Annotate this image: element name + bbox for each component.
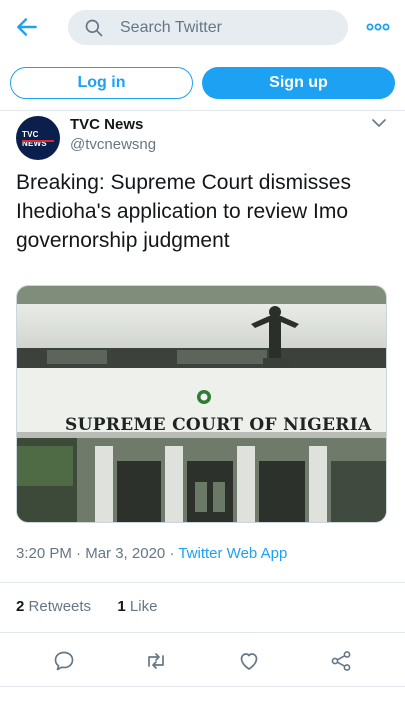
building-sign-text: SUPREME COURT OF NIGERIA (65, 415, 372, 435)
avatar-logo-text: TVC NEWS (22, 130, 47, 148)
tweet-source-link[interactable]: Twitter Web App (178, 545, 287, 562)
likes-stat[interactable]: 1 Like (117, 598, 157, 615)
arrow-left-icon[interactable] (14, 14, 40, 40)
reply-icon[interactable] (52, 649, 76, 673)
heart-icon[interactable] (237, 649, 261, 673)
avatar-logo-stripe (22, 140, 54, 142)
search-box[interactable]: Search Twitter (68, 10, 348, 45)
retweets-stat[interactable]: 2 Retweets (16, 598, 91, 615)
divider (0, 582, 405, 583)
meta-separator: · (76, 545, 86, 562)
tweet-date[interactable]: Mar 3, 2020 (85, 545, 165, 562)
retweet-icon[interactable] (144, 649, 168, 673)
tweet-actions (0, 645, 405, 677)
user-name[interactable]: TVC News (70, 116, 143, 134)
tweet-photo[interactable]: SUPREME COURT OF NIGERIA (16, 285, 387, 523)
likes-label: Like (129, 598, 158, 615)
likes-count: 1 (117, 598, 126, 615)
retweets-count: 2 (16, 598, 25, 615)
top-bar: Search Twitter (0, 0, 405, 56)
auth-buttons: Log in Sign up (0, 64, 405, 104)
retweets-label: Retweets (28, 598, 92, 615)
user-handle[interactable]: @tvcnewsng (70, 136, 156, 154)
tweet-stats: 2 Retweets 1 Like (16, 598, 157, 616)
meta-separator: · (169, 545, 179, 562)
signup-button[interactable]: Sign up (202, 67, 395, 99)
search-icon (85, 19, 103, 37)
supreme-court-building-image: SUPREME COURT OF NIGERIA (17, 286, 386, 522)
search-input[interactable]: Search Twitter (120, 18, 222, 37)
share-icon[interactable] (329, 649, 353, 673)
tweet-time: 3:20 PM (16, 545, 72, 562)
divider (0, 686, 405, 687)
divider (0, 632, 405, 633)
tweet-meta: 3:20 PM · Mar 3, 2020 · Twitter Web App (16, 545, 287, 563)
more-dots-icon[interactable] (366, 20, 390, 34)
divider (0, 110, 405, 111)
chevron-down-icon[interactable] (372, 118, 386, 128)
login-button[interactable]: Log in (10, 67, 193, 99)
tweet-text: Breaking: Supreme Court dismisses Ihedio… (16, 171, 351, 252)
avatar[interactable]: TVC NEWS (16, 116, 60, 160)
